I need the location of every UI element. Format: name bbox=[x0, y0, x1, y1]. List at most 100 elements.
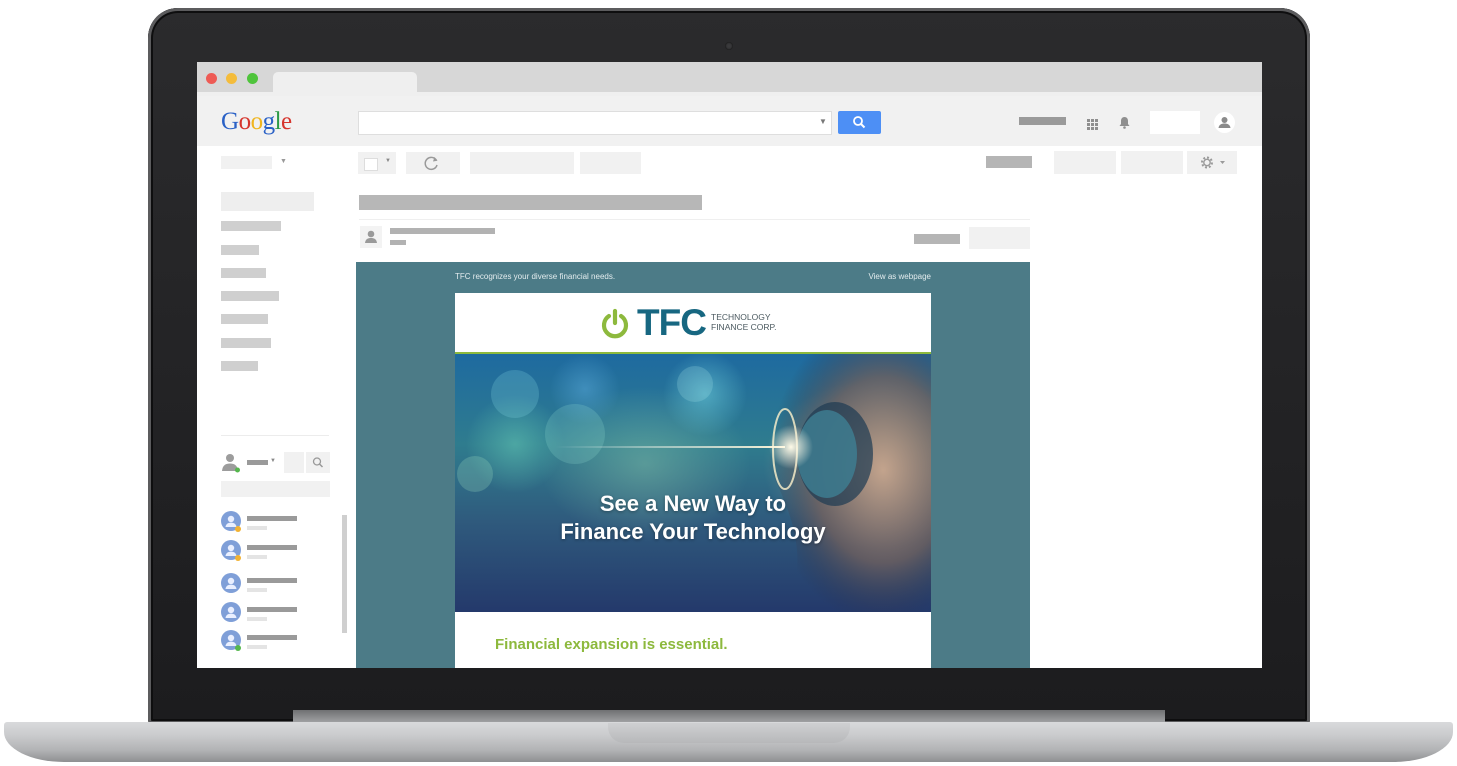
contact-name bbox=[247, 607, 297, 612]
chevron-down-icon[interactable]: ▼ bbox=[280, 158, 287, 165]
contact-avatar-icon bbox=[221, 540, 241, 561]
newer-button[interactable] bbox=[1121, 151, 1183, 174]
google-logo[interactable]: Google bbox=[221, 108, 292, 136]
hero-line-1: See a New Way to bbox=[599, 491, 787, 516]
compose-button[interactable] bbox=[221, 192, 314, 211]
hangouts-search-input[interactable] bbox=[221, 481, 330, 497]
sidebar-item-inbox[interactable] bbox=[221, 221, 281, 231]
email-preheader: TFC recognizes your diverse financial ne… bbox=[455, 272, 931, 281]
contact-item[interactable] bbox=[221, 540, 331, 566]
search-icon bbox=[853, 116, 866, 129]
maximize-window-button[interactable] bbox=[247, 73, 258, 84]
refresh-icon bbox=[424, 156, 438, 171]
brand-line-1: TECHNOLOGY bbox=[711, 312, 771, 322]
hero-headline: See a New Way to Finance Your Technology bbox=[455, 490, 931, 546]
settings-button[interactable] bbox=[1187, 151, 1237, 174]
pagination-count bbox=[986, 156, 1032, 168]
hero-line-2: Finance Your Technology bbox=[560, 519, 826, 544]
sender-name[interactable] bbox=[390, 228, 495, 234]
email-subject bbox=[359, 195, 702, 210]
chevron-down-icon[interactable]: ▼ bbox=[270, 458, 276, 464]
bell-icon[interactable] bbox=[1119, 116, 1130, 134]
new-hangout-button[interactable] bbox=[284, 452, 304, 473]
contact-name bbox=[247, 635, 297, 640]
logo-letter: G bbox=[221, 108, 239, 135]
reply-button[interactable] bbox=[969, 227, 1030, 249]
checkbox-icon bbox=[364, 158, 378, 171]
contact-avatar-icon bbox=[221, 573, 241, 593]
email-header: TFC TECHNOLOGY FINANCE CORP. bbox=[455, 293, 931, 352]
email-body: TFC recognizes your diverse financial ne… bbox=[356, 262, 1030, 668]
minimize-window-button[interactable] bbox=[226, 73, 237, 84]
account-name-placeholder[interactable] bbox=[1019, 117, 1066, 125]
search-options-caret-icon[interactable]: ▼ bbox=[819, 117, 827, 126]
logo-letter: g bbox=[262, 108, 276, 135]
hangouts-name[interactable] bbox=[247, 460, 268, 465]
divider bbox=[221, 435, 329, 436]
view-as-webpage-link[interactable]: View as webpage bbox=[868, 272, 931, 281]
contact-avatar-icon bbox=[221, 602, 241, 622]
account-avatar[interactable] bbox=[1214, 112, 1235, 133]
sidebar-item-starred[interactable] bbox=[221, 245, 259, 255]
brand-line-2: FINANCE CORP. bbox=[711, 322, 777, 332]
account-icon bbox=[1218, 117, 1231, 128]
contact-item[interactable] bbox=[221, 573, 331, 599]
share-box[interactable] bbox=[1150, 111, 1200, 134]
contact-status bbox=[247, 645, 267, 649]
preheader-text: TFC recognizes your diverse financial ne… bbox=[455, 272, 616, 281]
hero-image: See a New Way to Finance Your Technology bbox=[455, 352, 931, 614]
contact-avatar-icon bbox=[221, 511, 241, 532]
browser-window: Google ▼ ▼ ▼ ▼ TFC recognizes your diver… bbox=[197, 62, 1262, 668]
contact-item[interactable] bbox=[221, 630, 331, 656]
apps-grid-icon[interactable] bbox=[1087, 117, 1098, 135]
laptop-notch bbox=[608, 723, 850, 743]
brand-logo-text: TFC bbox=[637, 302, 707, 343]
contact-status bbox=[247, 555, 267, 559]
search-button[interactable] bbox=[838, 111, 881, 134]
sidebar-item-important[interactable] bbox=[221, 268, 266, 278]
contact-name bbox=[247, 578, 297, 583]
contact-name bbox=[247, 545, 297, 550]
contact-avatar-icon bbox=[221, 630, 241, 651]
contact-status bbox=[247, 617, 267, 621]
eye-illustration bbox=[457, 354, 931, 612]
search-input[interactable] bbox=[358, 111, 832, 135]
more-actions-button[interactable] bbox=[470, 152, 574, 174]
webcam bbox=[725, 42, 733, 50]
hangouts-search-button[interactable] bbox=[306, 452, 330, 473]
power-icon bbox=[599, 308, 631, 345]
refresh-button[interactable] bbox=[406, 152, 460, 174]
search-icon bbox=[312, 457, 324, 468]
chevron-down-icon: ▼ bbox=[385, 158, 391, 164]
logo-letter: o bbox=[238, 108, 252, 135]
hangouts-avatar[interactable] bbox=[221, 451, 241, 478]
sender-avatar bbox=[360, 226, 382, 253]
mail-dropdown[interactable] bbox=[221, 156, 272, 169]
email-date bbox=[914, 234, 960, 244]
sidebar-item-sent[interactable] bbox=[221, 291, 279, 301]
recipient-line[interactable] bbox=[390, 240, 406, 245]
contact-status bbox=[247, 526, 267, 530]
user-icon bbox=[222, 454, 240, 473]
contact-status bbox=[247, 588, 267, 592]
more-button[interactable] bbox=[580, 152, 641, 174]
close-window-button[interactable] bbox=[206, 73, 217, 84]
browser-tab[interactable] bbox=[273, 72, 417, 92]
older-button[interactable] bbox=[1054, 151, 1116, 174]
sidebar-item-drafts[interactable] bbox=[221, 314, 268, 324]
sidebar-scrollbar[interactable] bbox=[342, 515, 347, 633]
contact-item[interactable] bbox=[221, 602, 331, 628]
select-checkbox-button[interactable]: ▼ bbox=[358, 152, 396, 174]
body-heading: Financial expansion is essential. bbox=[495, 636, 728, 653]
sidebar-item-more[interactable] bbox=[221, 338, 271, 348]
logo-letter: e bbox=[281, 108, 292, 135]
gear-icon bbox=[1201, 156, 1225, 169]
contact-name bbox=[247, 516, 297, 521]
brand-full-name: TECHNOLOGY FINANCE CORP. bbox=[711, 312, 777, 332]
user-icon bbox=[360, 226, 382, 248]
contact-item[interactable] bbox=[221, 511, 331, 537]
logo-letter: o bbox=[250, 108, 264, 135]
email-content: Financial expansion is essential. bbox=[455, 612, 931, 668]
divider bbox=[359, 219, 1030, 220]
sidebar-item-labels[interactable] bbox=[221, 361, 258, 371]
